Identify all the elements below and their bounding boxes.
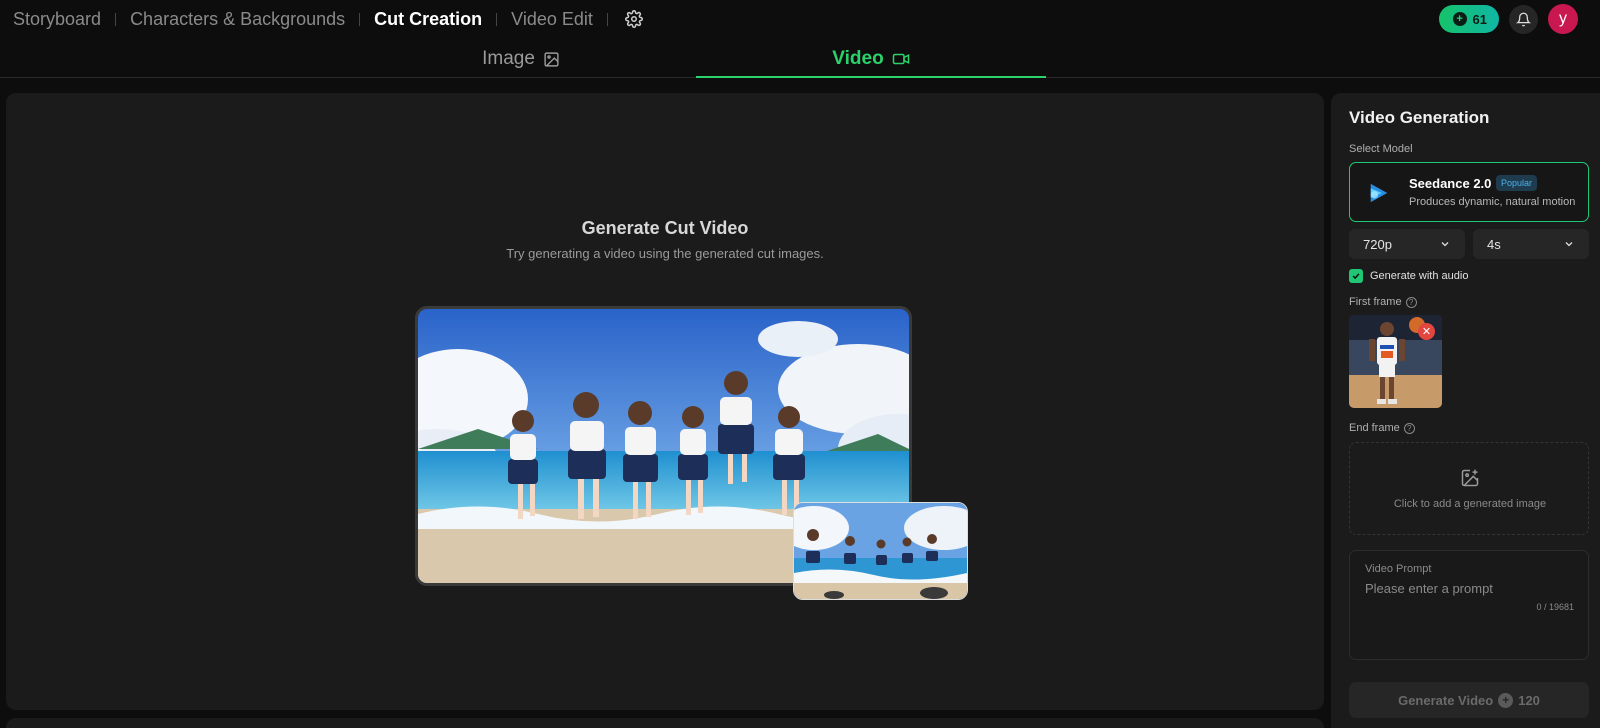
header-actions: + 61 y [1438,4,1578,34]
generate-video-button[interactable]: Generate Video + 120 [1349,682,1589,718]
add-image-icon [1461,469,1479,487]
popular-badge: Popular [1496,175,1538,191]
settings-gear-icon[interactable] [624,9,644,29]
first-frame-label: First frame ? [1349,296,1417,308]
prompt-char-count: 0 / 19681 [1536,602,1574,612]
resolution-select[interactable]: 720p [1349,229,1465,259]
close-icon: ✕ [1421,326,1432,338]
bell-icon [1516,12,1531,26]
nav-cut-creation[interactable]: Cut Creation [374,9,482,30]
chevron-down-icon [1565,242,1573,247]
end-frame-label: End frame ? [1349,422,1415,434]
credits-button[interactable]: + 61 [1438,5,1499,33]
nav-characters-backgrounds[interactable]: Characters & Backgrounds [130,9,345,30]
credit-plus-icon: + [1452,12,1467,26]
model-description: Produces dynamic, natural motion [1409,196,1576,208]
top-bar: Storyboard Characters & Backgrounds Cut … [0,0,1600,38]
tab-image[interactable]: Image [346,40,696,78]
mode-tabs: Image Video [0,40,1600,78]
generate-audio-label: Generate with audio [1370,270,1469,282]
checkmark-icon [1352,273,1360,280]
nav-divider [606,12,608,26]
image-icon [544,51,559,67]
active-tab-indicator [696,76,1046,78]
empty-state-subtitle: Try generating a video using the generat… [506,246,824,261]
duration-value: 4s [1487,236,1501,252]
preview-image-small [793,502,968,600]
tab-image-label: Image [482,48,535,69]
help-icon[interactable]: ? [1403,422,1415,434]
generate-audio-checkbox[interactable] [1349,269,1363,283]
video-prompt-box: Video Prompt 0 / 19681 [1349,550,1589,660]
video-generation-panel: Video Generation Select Model Seedance 2… [1331,93,1600,728]
remove-first-frame-button[interactable]: ✕ [1418,323,1435,340]
seedance-logo-icon [1370,183,1388,203]
end-frame-dropzone[interactable]: Click to add a generated image [1349,442,1589,535]
video-prompt-label: Video Prompt [1365,563,1432,575]
video-prompt-input[interactable] [1365,581,1575,596]
first-frame-label-text: First frame [1349,296,1402,308]
end-frame-label-text: End frame [1349,422,1400,434]
select-model-label: Select Model [1349,143,1413,155]
model-selector-card[interactable]: Seedance 2.0 Popular Produces dynamic, n… [1349,162,1589,222]
tab-video-label: Video [832,48,884,69]
notifications-button[interactable] [1509,4,1538,34]
credit-count: 61 [1472,11,1487,27]
duration-select[interactable]: 4s [1473,229,1589,259]
nav-divider [359,12,361,26]
panel-title: Video Generation [1349,108,1490,127]
end-frame-hint: Click to add a generated image [1393,498,1547,510]
video-canvas: Generate Cut Video Try generating a vide… [6,93,1324,710]
nav-storyboard[interactable]: Storyboard [13,9,101,30]
generate-video-label: Generate Video [1398,692,1494,708]
user-avatar[interactable]: y [1548,4,1578,34]
nav-video-edit[interactable]: Video Edit [511,9,593,30]
audio-option: Generate with audio [1349,269,1468,283]
chevron-down-icon [1441,242,1449,247]
model-name: Seedance 2.0 [1409,176,1492,191]
resolution-value: 720p [1363,236,1392,252]
help-icon[interactable]: ? [1405,296,1417,308]
nav-divider [115,12,117,26]
tab-video[interactable]: Video [696,40,1046,78]
nav-divider [496,12,498,26]
main-nav: Storyboard Characters & Backgrounds Cut … [0,0,644,38]
generate-video-cost: 120 [1518,692,1540,708]
credit-plus-icon: + [1498,692,1514,708]
empty-state-title: Generate Cut Video [581,218,749,238]
timeline-strip [6,718,1324,728]
video-camera-icon [892,53,909,65]
